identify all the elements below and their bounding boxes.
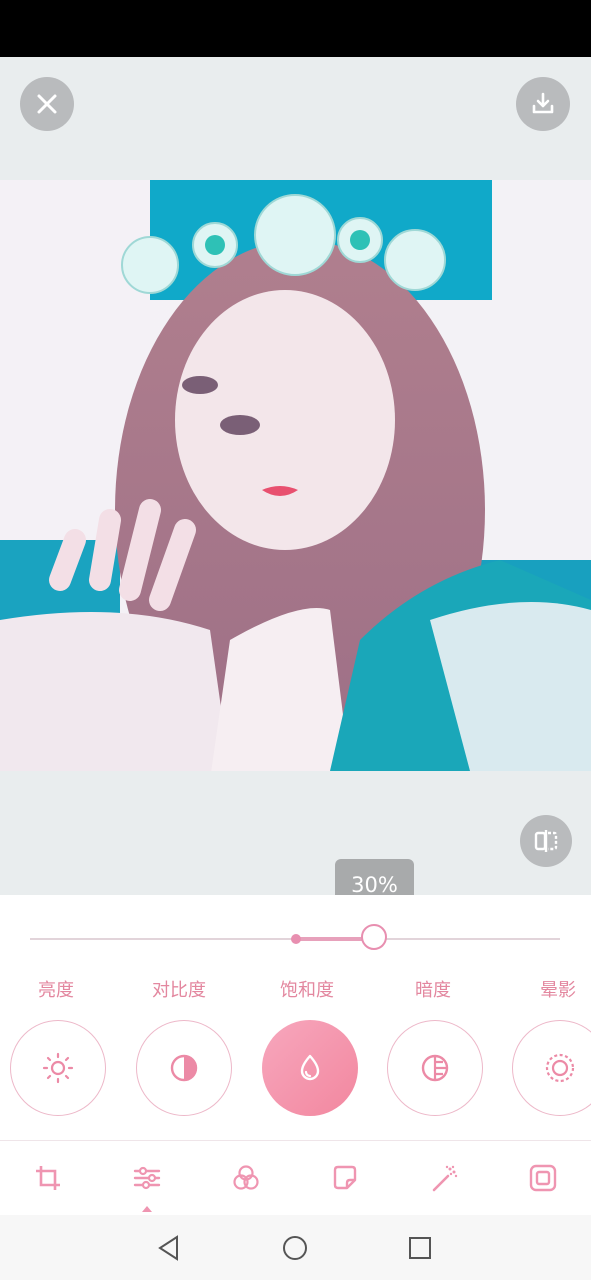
contrast-button[interactable] — [136, 1020, 232, 1116]
download-button[interactable] — [516, 77, 570, 131]
shadow-icon — [421, 1054, 449, 1082]
tool-label-saturation: 饱和度 — [280, 980, 334, 1001]
tool-label-contrast: 对比度 — [152, 980, 206, 1001]
brightness-button[interactable] — [10, 1020, 106, 1116]
tab-crop[interactable] — [30, 1160, 66, 1196]
saturation-drop-icon — [300, 1054, 320, 1081]
nav-home-button[interactable] — [277, 1230, 313, 1266]
filters-circles-icon — [233, 1165, 259, 1190]
home-circle-icon — [283, 1236, 307, 1260]
tab-frame[interactable] — [525, 1160, 561, 1196]
compare-icon — [534, 830, 558, 852]
tool-label-brightness: 亮度 — [38, 980, 74, 1001]
panel-divider — [0, 1140, 591, 1141]
magic-wand-icon — [432, 1165, 458, 1192]
status-bar — [0, 0, 591, 57]
tab-sticker[interactable] — [327, 1160, 363, 1196]
back-triangle-icon — [158, 1235, 178, 1261]
vignette-icon — [545, 1053, 575, 1083]
adjust-sliders-icon — [133, 1166, 161, 1190]
tab-adjust[interactable] — [129, 1160, 165, 1196]
tool-label-shadow: 暗度 — [415, 980, 451, 1001]
close-button[interactable] — [20, 77, 74, 131]
tab-filters[interactable] — [228, 1160, 264, 1196]
shadow-button[interactable] — [387, 1020, 483, 1116]
edited-photo[interactable] — [0, 180, 591, 771]
contrast-icon — [170, 1054, 198, 1082]
active-tab-indicator — [142, 1206, 152, 1212]
crop-icon — [36, 1166, 60, 1190]
brightness-icon — [42, 1052, 74, 1084]
slider-thumb[interactable] — [361, 924, 387, 950]
nav-recents-button[interactable] — [402, 1230, 438, 1266]
nav-back-button[interactable] — [151, 1230, 187, 1266]
frame-icon — [529, 1164, 557, 1192]
slider-center-marker — [291, 934, 301, 944]
close-icon — [37, 94, 57, 114]
download-icon — [532, 92, 554, 114]
recents-square-icon — [409, 1237, 431, 1259]
compare-button[interactable] — [520, 815, 572, 867]
tab-magic[interactable] — [426, 1160, 462, 1196]
sticker-icon — [333, 1165, 357, 1190]
saturation-button[interactable] — [262, 1020, 358, 1116]
tool-label-vignette: 晕影 — [540, 980, 576, 1001]
